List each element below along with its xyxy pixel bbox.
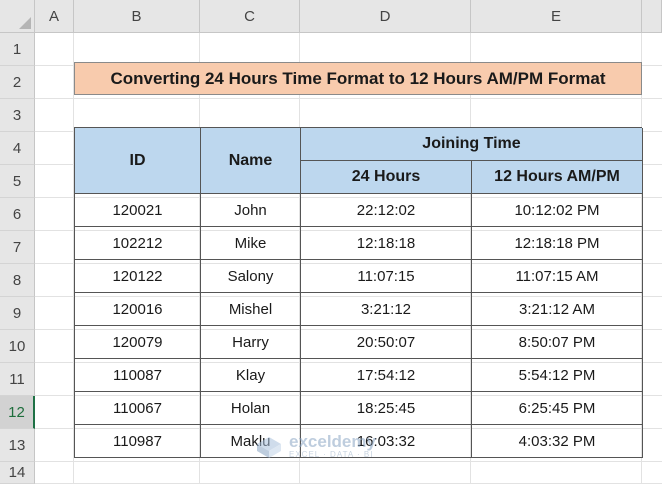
column-header-d[interactable]: D xyxy=(300,0,471,33)
row-header-14[interactable]: 14 xyxy=(0,462,35,484)
cell-24-hours[interactable]: 20:50:07 xyxy=(301,326,472,359)
cell-name[interactable]: Salony xyxy=(201,260,301,293)
cell-12-hours[interactable]: 3:21:12 AM xyxy=(472,293,643,326)
row-header-13[interactable]: 13 xyxy=(0,429,35,462)
watermark-tagline: EXCEL · DATA · BI xyxy=(289,450,374,459)
cell-24-hours[interactable]: 22:12:02 xyxy=(301,194,472,227)
row-header-5[interactable]: 5 xyxy=(0,165,35,198)
cell-id[interactable]: 110987 xyxy=(75,425,201,458)
cell-id[interactable]: 110067 xyxy=(75,392,201,425)
column-header-a[interactable]: A xyxy=(35,0,74,33)
column-header-overflow xyxy=(642,0,662,33)
column-header-e[interactable]: E xyxy=(471,0,642,33)
row-header-10[interactable]: 10 xyxy=(0,330,35,363)
cell-24-hours[interactable]: 18:25:45 xyxy=(301,392,472,425)
row-header-6[interactable]: 6 xyxy=(0,198,35,231)
cell-name[interactable]: Mishel xyxy=(201,293,301,326)
row-header-8[interactable]: 8 xyxy=(0,264,35,297)
joining-time-table: ID Name Joining Time 24 Hours 12 Hours AM/PM… xyxy=(74,127,643,458)
cell-24-hours[interactable]: 17:54:12 xyxy=(301,359,472,392)
cell-id[interactable]: 120079 xyxy=(75,326,201,359)
cell-12-hours[interactable]: 5:54:12 PM xyxy=(472,359,643,392)
watermark: exceldemy EXCEL · DATA · BI xyxy=(255,432,376,459)
cell-12-hours[interactable]: 4:03:32 PM xyxy=(472,425,643,458)
row-header-1[interactable]: 1 xyxy=(0,33,35,66)
select-all-corner[interactable] xyxy=(0,0,35,33)
cell-24-hours[interactable]: 12:18:18 xyxy=(301,227,472,260)
row-header-3[interactable]: 3 xyxy=(0,99,35,132)
cell-12-hours[interactable]: 8:50:07 PM xyxy=(472,326,643,359)
row-header-9[interactable]: 9 xyxy=(0,297,35,330)
row-header-11[interactable]: 11 xyxy=(0,363,35,396)
column-header-b[interactable]: B xyxy=(74,0,200,33)
cell-12-hours[interactable]: 10:12:02 PM xyxy=(472,194,643,227)
cell-12-hours[interactable]: 6:25:45 PM xyxy=(472,392,643,425)
row-header-4[interactable]: 4 xyxy=(0,132,35,165)
cell-name[interactable]: Holan xyxy=(201,392,301,425)
header-id[interactable]: ID xyxy=(75,128,201,194)
row-header-2[interactable]: 2 xyxy=(0,66,35,99)
cell-24-hours[interactable]: 11:07:15 xyxy=(301,260,472,293)
cell-name[interactable]: Harry xyxy=(201,326,301,359)
cell-id[interactable]: 120021 xyxy=(75,194,201,227)
header-12-hours[interactable]: 12 Hours AM/PM xyxy=(472,161,643,194)
cell-id[interactable]: 110087 xyxy=(75,359,201,392)
gridline-horizontal xyxy=(35,98,662,99)
row-header-7[interactable]: 7 xyxy=(0,231,35,264)
cell-id[interactable]: 120122 xyxy=(75,260,201,293)
cell-id[interactable]: 120016 xyxy=(75,293,201,326)
header-joining-time[interactable]: Joining Time xyxy=(301,128,643,161)
column-header-c[interactable]: C xyxy=(200,0,300,33)
sheet-title[interactable]: Converting 24 Hours Time Format to 12 Ho… xyxy=(74,62,642,95)
exceldemy-logo-icon xyxy=(255,435,283,459)
cell-12-hours[interactable]: 12:18:18 PM xyxy=(472,227,643,260)
cell-name[interactable]: Mike xyxy=(201,227,301,260)
cell-name[interactable]: Klay xyxy=(201,359,301,392)
row-header-12[interactable]: 12 xyxy=(0,396,35,429)
cell-name[interactable]: John xyxy=(201,194,301,227)
header-24-hours[interactable]: 24 Hours xyxy=(301,161,472,194)
header-name[interactable]: Name xyxy=(201,128,301,194)
cell-12-hours[interactable]: 11:07:15 AM xyxy=(472,260,643,293)
watermark-name: exceldemy xyxy=(289,432,376,451)
cell-id[interactable]: 102212 xyxy=(75,227,201,260)
cell-24-hours[interactable]: 3:21:12 xyxy=(301,293,472,326)
gridline-horizontal xyxy=(35,461,662,462)
